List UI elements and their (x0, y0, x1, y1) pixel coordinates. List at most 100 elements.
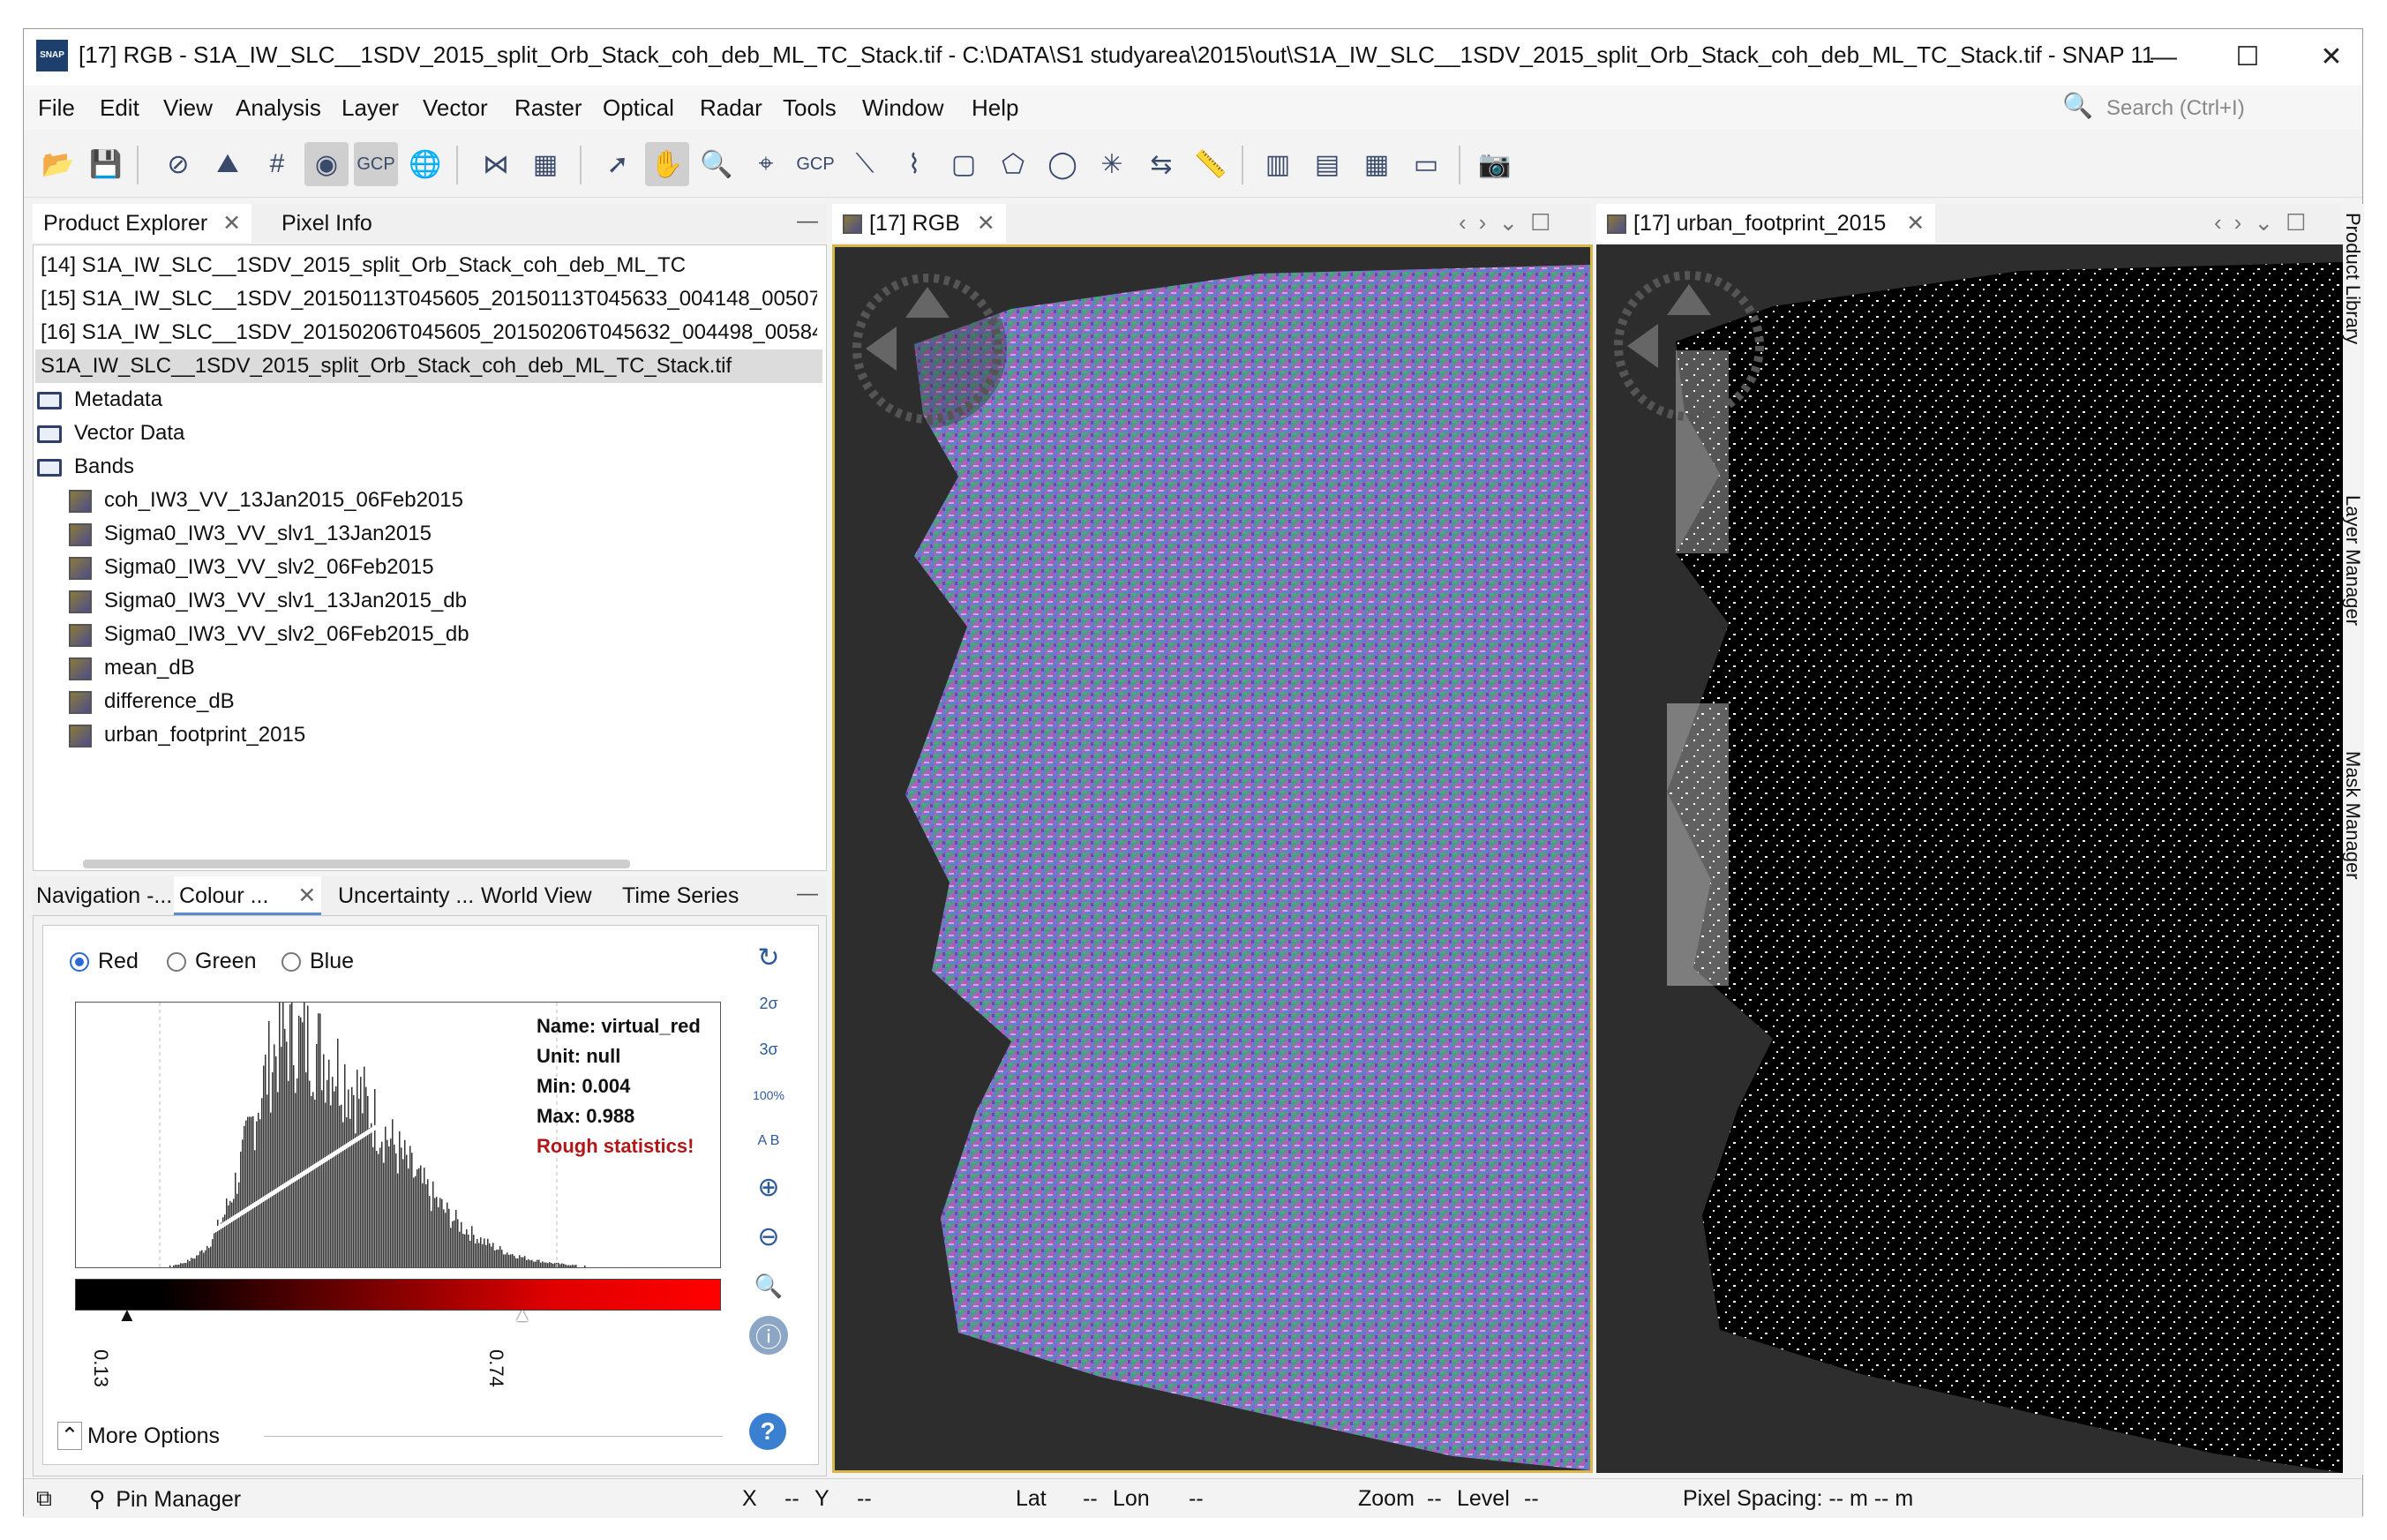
tile-horizontal-icon[interactable]: ▥ (1256, 142, 1300, 186)
menu-raster[interactable]: Raster (514, 94, 582, 122)
pin-manager-button[interactable]: ⚲ Pin Manager (89, 1486, 241, 1513)
close-icon[interactable]: ✕ (977, 211, 995, 236)
menu-vector[interactable]: Vector (423, 94, 488, 122)
tree-product-15[interactable]: [15] S1A_IW_SLC__1SDV_20150113T045605_20… (41, 282, 817, 316)
zoom-in-vertical-icon[interactable]: ⊕ (749, 1168, 788, 1206)
menu-edit[interactable]: Edit (100, 94, 139, 122)
hide-icon[interactable]: ⊘ (156, 142, 200, 186)
line-drawing-icon[interactable]: ⟍ (843, 142, 887, 186)
tab-product-explorer[interactable]: Product Explorer ✕ (33, 204, 252, 243)
horizontal-scrollbar[interactable] (83, 860, 630, 868)
slider-min-handle[interactable]: ▲ (117, 1303, 137, 1326)
tab-pixel-info[interactable]: Pixel Info (271, 204, 383, 243)
tree-band[interactable]: coh_IW3_VV_13Jan2015_06Feb2015 (69, 484, 463, 517)
rgb-image-view[interactable] (832, 244, 1593, 1473)
tree-band[interactable]: Sigma0_IW3_VV_slv1_13Jan2015 (69, 517, 432, 551)
tab-navigation[interactable]: Navigation -... (33, 876, 176, 915)
radio-green[interactable]: Green (167, 949, 256, 974)
tree-product-16[interactable]: [16] S1A_IW_SLC__1SDV_20150206T045605_20… (41, 316, 817, 349)
menu-view[interactable]: View (163, 94, 213, 122)
three-sigma-button[interactable]: 3σ (749, 1030, 788, 1069)
tree-band[interactable]: difference_dB (69, 685, 235, 718)
rectangle-drawing-icon[interactable]: ▢ (942, 142, 986, 186)
reset-icon[interactable]: ↻ (749, 938, 788, 977)
view-nav-controls[interactable]: ‹›⌄☐ (2214, 209, 2318, 237)
maximize-button[interactable]: ☐ (2208, 33, 2287, 82)
more-options-toggle[interactable]: ⌃ More Options (57, 1422, 220, 1450)
minimize-panel-icon[interactable]: — (797, 882, 818, 906)
close-button[interactable]: ✕ (2292, 33, 2371, 82)
tree-band[interactable]: Sigma0_IW3_VV_slv2_06Feb2015 (69, 551, 434, 584)
menu-optical[interactable]: Optical (603, 94, 674, 122)
tab-urban-footprint-view[interactable]: [17] urban_footprint_2015 ✕ (1596, 204, 1936, 243)
restore-window-icon[interactable]: ⧉ (36, 1486, 52, 1512)
help-icon[interactable]: ? (749, 1413, 786, 1450)
import-export-button[interactable]: A B (749, 1122, 788, 1161)
close-icon[interactable]: ✕ (297, 883, 316, 908)
two-sigma-button[interactable]: 2σ (749, 984, 788, 1023)
zoom-tool-icon[interactable]: 🔍 (694, 142, 739, 186)
radio-red[interactable]: Red (70, 949, 139, 974)
tree-band[interactable]: urban_footprint_2015 (69, 718, 305, 752)
sidebar-mask-manager[interactable]: Mask Manager (2341, 751, 2364, 880)
polyline-drawing-icon[interactable]: ⌇ (892, 142, 936, 186)
tab-world-view[interactable]: World View (481, 876, 592, 915)
tab-rgb-view[interactable]: [17] RGB ✕ (832, 204, 1006, 243)
menu-help[interactable]: Help (972, 94, 1018, 122)
tile-vertical-icon[interactable]: ▤ (1305, 142, 1349, 186)
histogram-plot[interactable]: Name: virtual_red Unit: null Min: 0.004 … (75, 1002, 721, 1268)
pin-placing-icon[interactable]: ⌖ (744, 142, 788, 186)
tree-band[interactable]: Sigma0_IW3_VV_slv1_13Jan2015_db (69, 584, 467, 618)
ellipse-drawing-icon[interactable]: ◯ (1040, 142, 1085, 186)
colour-gradient-bar[interactable] (75, 1279, 721, 1311)
menu-layer[interactable]: Layer (342, 94, 399, 122)
tree-product-14[interactable]: [14] S1A_IW_SLC__1SDV_2015_split_Orb_Sta… (41, 249, 686, 282)
sidebar-product-library[interactable]: Product Library (2341, 213, 2364, 344)
select-tool-icon[interactable]: ➚ (596, 142, 640, 186)
urban-footprint-image-view[interactable] (1596, 244, 2343, 1473)
range-finder-icon[interactable]: ⇆ (1139, 142, 1183, 186)
menu-tools[interactable]: Tools (783, 94, 837, 122)
minimize-panel-icon[interactable]: — (797, 209, 818, 234)
world-icon[interactable]: 🌐 (403, 142, 447, 186)
batch-processing-icon[interactable]: ▦ (523, 142, 567, 186)
view-nav-controls[interactable]: ‹›⌄☐ (1459, 209, 1563, 237)
menu-file[interactable]: File (38, 94, 75, 122)
pins-icon[interactable]: ◉ (304, 142, 349, 186)
save-product-icon[interactable]: 💾 (84, 142, 128, 186)
graph-builder-icon[interactable]: ⋈ (474, 142, 518, 186)
menu-window[interactable]: Window (862, 94, 943, 122)
zoom-histogram-icon[interactable]: 🔍 (749, 1266, 788, 1305)
tree-folder-bands[interactable]: Bands (37, 450, 134, 484)
info-icon[interactable]: ⓘ (749, 1316, 788, 1355)
snapshot-icon[interactable]: 📷 (1473, 142, 1517, 186)
slider-min-value[interactable]: 0.13 (89, 1349, 112, 1387)
close-icon[interactable]: ✕ (1906, 211, 1925, 236)
slider-max-handle[interactable]: ▲ (513, 1303, 532, 1326)
search-input[interactable]: Search (Ctrl+I) (2106, 96, 2245, 121)
open-product-icon[interactable]: 📂 (36, 142, 80, 186)
graticule-icon[interactable]: # (255, 142, 299, 186)
region-icon[interactable]: ⛰ (206, 142, 250, 186)
full-range-button[interactable]: 100% (749, 1076, 788, 1115)
zoom-out-vertical-icon[interactable]: ⊖ (749, 1217, 788, 1256)
gcp-placing-icon[interactable]: GCP (793, 142, 837, 186)
tree-band[interactable]: mean_dB (69, 651, 195, 685)
polygon-drawing-icon[interactable]: ⬠ (991, 142, 1035, 186)
tab-time-series[interactable]: Time Series (622, 876, 739, 915)
menu-analysis[interactable]: Analysis (236, 94, 321, 122)
tile-single-icon[interactable]: ▭ (1404, 142, 1448, 186)
tile-grid-icon[interactable]: ▦ (1355, 142, 1399, 186)
tree-product-selected[interactable]: S1A_IW_SLC__1SDV_2015_split_Orb_Stack_co… (35, 349, 822, 383)
radio-blue[interactable]: Blue (281, 949, 354, 974)
ruler-icon[interactable]: 📏 (1189, 142, 1233, 186)
magic-wand-icon[interactable]: ✳ (1090, 142, 1134, 186)
tree-folder-vector-data[interactable]: Vector Data (37, 417, 184, 450)
slider-max-value[interactable]: 0.74 (484, 1349, 507, 1387)
menu-radar[interactable]: Radar (700, 94, 762, 122)
pan-tool-icon[interactable]: ✋ (645, 142, 689, 186)
minimize-button[interactable]: — (2124, 33, 2203, 82)
tab-uncertainty[interactable]: Uncertainty ... (338, 876, 474, 915)
tab-colour-manipulation[interactable]: Colour ... ✕ (174, 876, 322, 915)
close-icon[interactable]: ✕ (222, 211, 241, 236)
